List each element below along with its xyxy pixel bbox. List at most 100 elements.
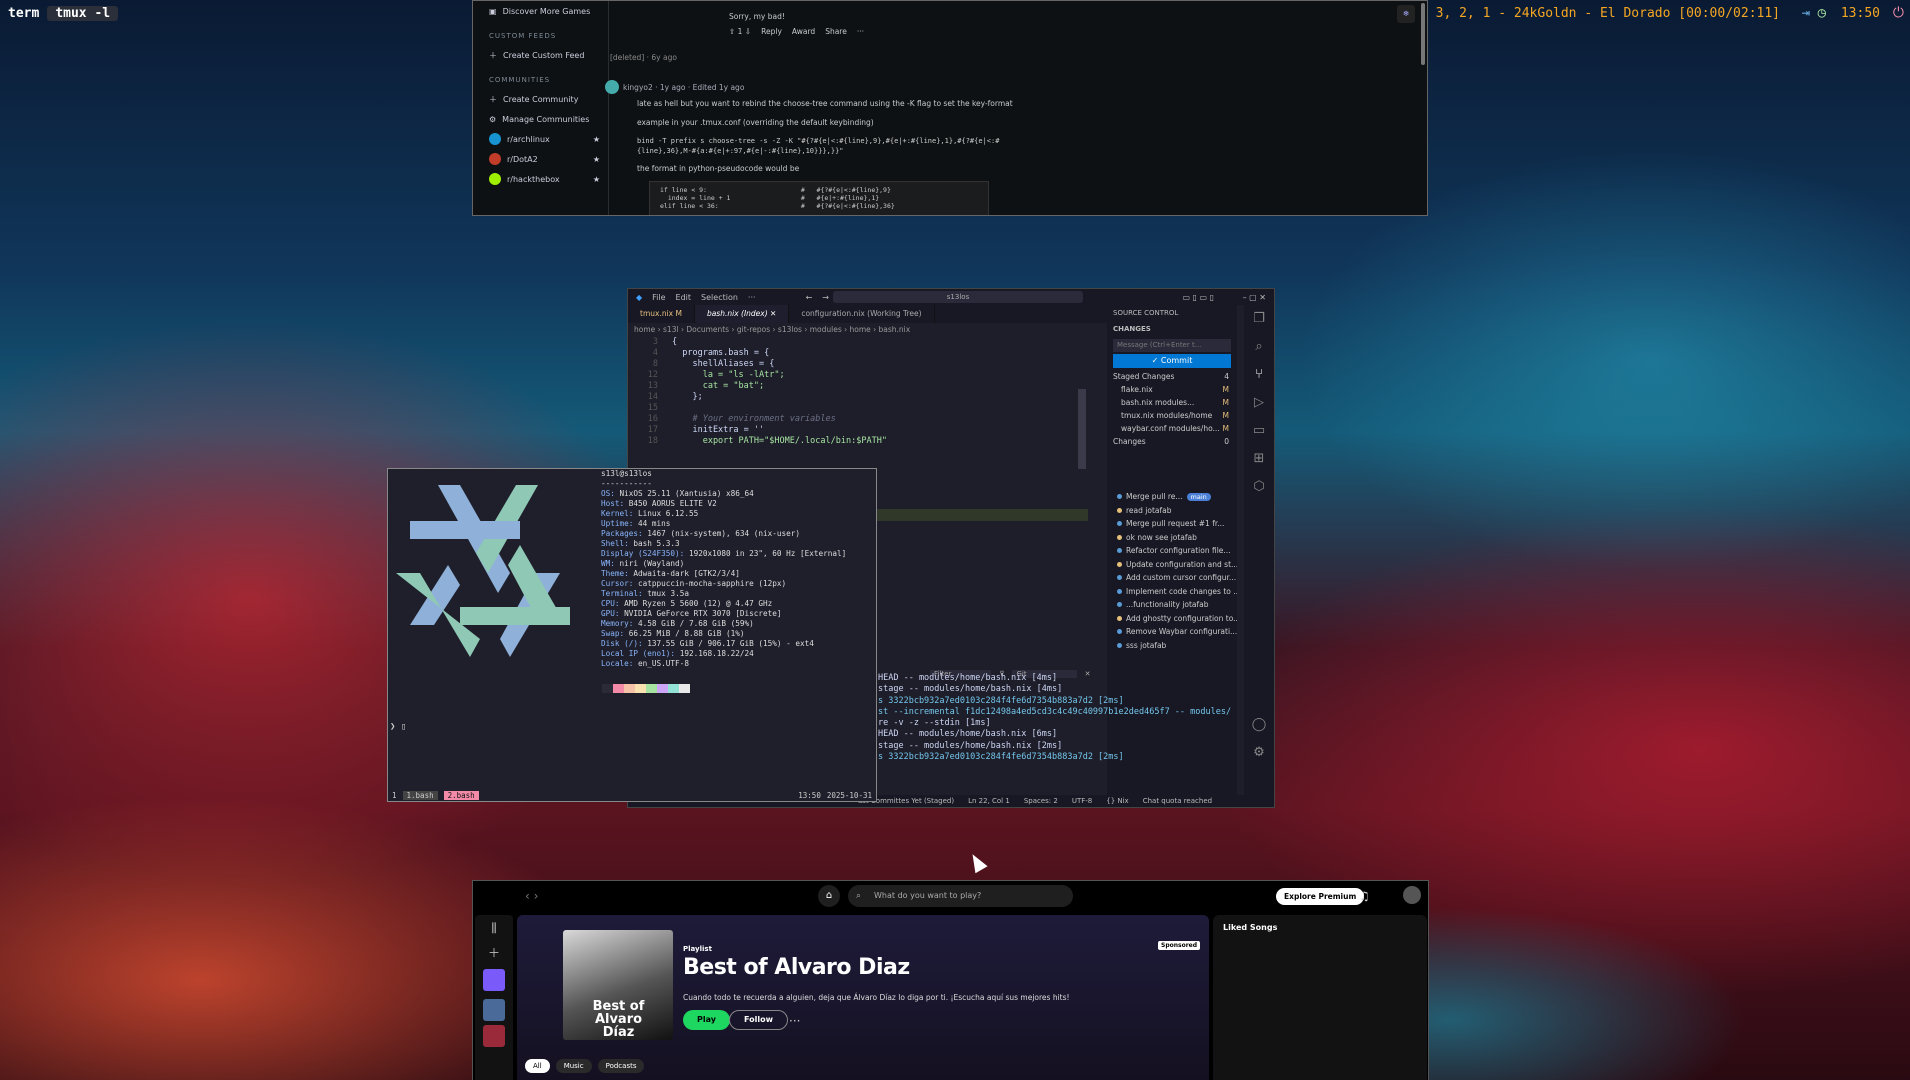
filter-chip-music[interactable]: Music xyxy=(555,1059,592,1073)
code-line[interactable]: 17 initExtra = '' xyxy=(628,425,1088,436)
custom-feeds-header[interactable]: CUSTOM FEEDS xyxy=(473,27,608,45)
create-community[interactable]: ＋ Create Community xyxy=(473,89,608,109)
shell-prompt[interactable]: ❯ ▯ xyxy=(390,722,406,732)
tmux-window-1[interactable]: 1.bash xyxy=(402,791,438,800)
breadcrumb[interactable]: home › s13l › Documents › git-repos › s1… xyxy=(634,325,910,334)
commit-message-input[interactable]: Message (Ctrl+Enter t... xyxy=(1113,339,1231,352)
snowflake-icon[interactable]: ❄ xyxy=(1397,5,1415,23)
scrollbar[interactable] xyxy=(1421,3,1425,65)
explore-premium-button[interactable]: Explore Premium xyxy=(1276,888,1365,905)
code-editor[interactable]: 3{4 programs.bash = {8 shellAliases = { 1… xyxy=(628,337,1088,467)
output-log[interactable]: HEAD -- modules/home/bash.nix [4ms] stage… xyxy=(878,673,1236,785)
create-custom-feed[interactable]: ＋ Create Custom Feed xyxy=(473,45,608,65)
commit-row[interactable]: Refactor configuration file... xyxy=(1107,544,1237,558)
commit-row[interactable]: Remove Waybar configurati... xyxy=(1107,625,1237,639)
commit-row[interactable]: Merge pull re... main xyxy=(1107,490,1237,504)
playlist-tile[interactable] xyxy=(483,999,505,1021)
filter-chip-podcasts[interactable]: Podcasts xyxy=(597,1059,645,1073)
code-line[interactable]: 13 cat = "bat"; xyxy=(628,381,1088,392)
workspace-tmux[interactable]: tmux -l xyxy=(47,5,119,21)
staged-file[interactable]: tmux.nix modules/home M xyxy=(1107,409,1237,422)
playlist-tile[interactable] xyxy=(483,1025,505,1047)
filter-chip-all[interactable]: All xyxy=(525,1059,550,1073)
staged-changes-header[interactable]: Staged Changes 4 xyxy=(1107,370,1237,383)
menu-file[interactable]: File xyxy=(652,293,665,302)
award-button[interactable]: Award xyxy=(792,27,815,36)
search-input[interactable]: What do you want to play? xyxy=(848,885,1073,907)
more-icon[interactable]: ··· xyxy=(857,27,864,36)
terminal-window[interactable]: s13l@s13los ----------- OS: NixOS 25.11 (X… xyxy=(387,468,877,802)
star-icon[interactable]: ★ xyxy=(593,135,600,144)
changes-header[interactable]: CHANGES xyxy=(1107,321,1237,337)
status-item[interactable]: Ln 22, Col 1 xyxy=(968,797,1010,805)
staged-file[interactable]: bash.nix modules... M xyxy=(1107,396,1237,409)
community-hackthebox[interactable]: r/hackthebox ★ xyxy=(473,169,608,189)
tab-tmux-nix[interactable]: tmux.nix M xyxy=(628,305,695,323)
power-icon[interactable]: ⏻ xyxy=(1893,5,1904,21)
liked-songs-tile[interactable] xyxy=(483,969,505,991)
workspace-term[interactable]: term xyxy=(0,6,47,21)
source-control-icon[interactable]: ⑂ xyxy=(1244,361,1274,389)
manage-communities[interactable]: ⚙ Manage Communities xyxy=(473,109,608,129)
commit-row[interactable]: Merge pull request #1 fr... xyxy=(1107,517,1237,531)
menu-edit[interactable]: Edit xyxy=(676,293,692,302)
tab-configuration-nix[interactable]: configuration.nix (Working Tree) xyxy=(789,305,935,323)
commit-row[interactable]: ok now see jotafab xyxy=(1107,531,1237,545)
code-line[interactable]: 8 shellAliases = { xyxy=(628,359,1088,370)
community-dota2[interactable]: r/DotA2 ★ xyxy=(473,149,608,169)
play-button[interactable]: Play xyxy=(683,1010,730,1030)
more-options-icon[interactable]: ··· xyxy=(789,1014,800,1028)
comment-author[interactable]: kingyo2 · 1y ago · Edited 1y ago xyxy=(623,83,744,92)
forward-icon[interactable]: → xyxy=(822,293,829,302)
code-line[interactable]: 3{ xyxy=(628,337,1088,348)
commit-row[interactable]: Update configuration and st... xyxy=(1107,558,1237,572)
editor-scrollbar[interactable] xyxy=(1078,389,1086,469)
back-icon[interactable]: ← xyxy=(806,293,813,302)
home-icon[interactable]: ⌂ xyxy=(818,885,840,907)
library-icon[interactable]: ⫼ xyxy=(475,921,513,936)
star-icon[interactable]: ★ xyxy=(593,155,600,164)
playlist-cover[interactable]: Best of Alvaro Díaz xyxy=(563,930,673,1040)
close-icon[interactable]: ✕ xyxy=(770,309,776,318)
avatar[interactable] xyxy=(1403,886,1421,904)
commit-row[interactable]: Add ghostty configuration to... xyxy=(1107,612,1237,626)
extensions-icon[interactable]: ⊞ xyxy=(1244,445,1274,473)
commit-row[interactable]: ...functionality jotafab xyxy=(1107,598,1237,612)
reply-button[interactable]: Reply xyxy=(761,27,782,36)
share-button[interactable]: Share xyxy=(825,27,847,36)
status-item[interactable]: UTF-8 xyxy=(1072,797,1092,805)
commit-row[interactable]: Add custom cursor configur... xyxy=(1107,571,1237,585)
run-debug-icon[interactable]: ▷ xyxy=(1244,389,1274,417)
code-line[interactable]: 15 xyxy=(628,403,1088,414)
commit-row[interactable]: sss jotafab xyxy=(1107,639,1237,653)
status-item[interactable]: Chat quota reached xyxy=(1143,797,1212,805)
status-item[interactable]: {} Nix xyxy=(1106,797,1128,805)
discover-more-games[interactable]: ▣ Discover More Games xyxy=(473,1,608,21)
bell-icon[interactable]: ♫ xyxy=(1359,889,1370,903)
layout-icons[interactable]: ▭ ▯ ▭ ▯ xyxy=(1182,293,1214,302)
tmux-window-2[interactable]: 2.bash xyxy=(443,791,479,800)
avatar[interactable] xyxy=(605,80,619,94)
menu-selection[interactable]: Selection xyxy=(701,293,738,302)
commit-button[interactable]: ✓ Commit xyxy=(1113,354,1231,368)
account-icon[interactable]: ◯ xyxy=(1244,711,1274,739)
code-line[interactable]: 18 export PATH="$HOME/.local/bin:$PATH" xyxy=(628,436,1088,447)
code-line[interactable]: 16 # Your environment variables xyxy=(628,414,1088,425)
communities-header[interactable]: COMMUNITIES xyxy=(473,71,608,89)
changes-group-header[interactable]: Changes 0 xyxy=(1107,435,1237,448)
follow-button[interactable]: Follow xyxy=(729,1010,789,1030)
plus-icon[interactable]: ＋ xyxy=(475,944,513,961)
star-icon[interactable]: ★ xyxy=(593,175,600,184)
exit-icon[interactable]: ⇥ xyxy=(1802,5,1810,21)
code-line[interactable]: 14 }; xyxy=(628,392,1088,403)
settings-gear-icon[interactable]: ⚙ xyxy=(1244,739,1274,767)
staged-file[interactable]: flake.nix M xyxy=(1107,383,1237,396)
explorer-icon[interactable]: ❐ xyxy=(1244,305,1274,333)
upvote-button[interactable]: ⇧ 1 ⇩ xyxy=(729,27,751,36)
code-line[interactable]: 4 programs.bash = { xyxy=(628,348,1088,359)
commit-row[interactable]: read jotafab xyxy=(1107,504,1237,518)
remote-icon[interactable]: ▭ xyxy=(1244,417,1274,445)
commit-row[interactable]: Implement code changes to ... xyxy=(1107,585,1237,599)
back-icon[interactable]: ‹ › xyxy=(525,889,538,903)
command-center-search[interactable]: s13los xyxy=(833,291,1083,303)
